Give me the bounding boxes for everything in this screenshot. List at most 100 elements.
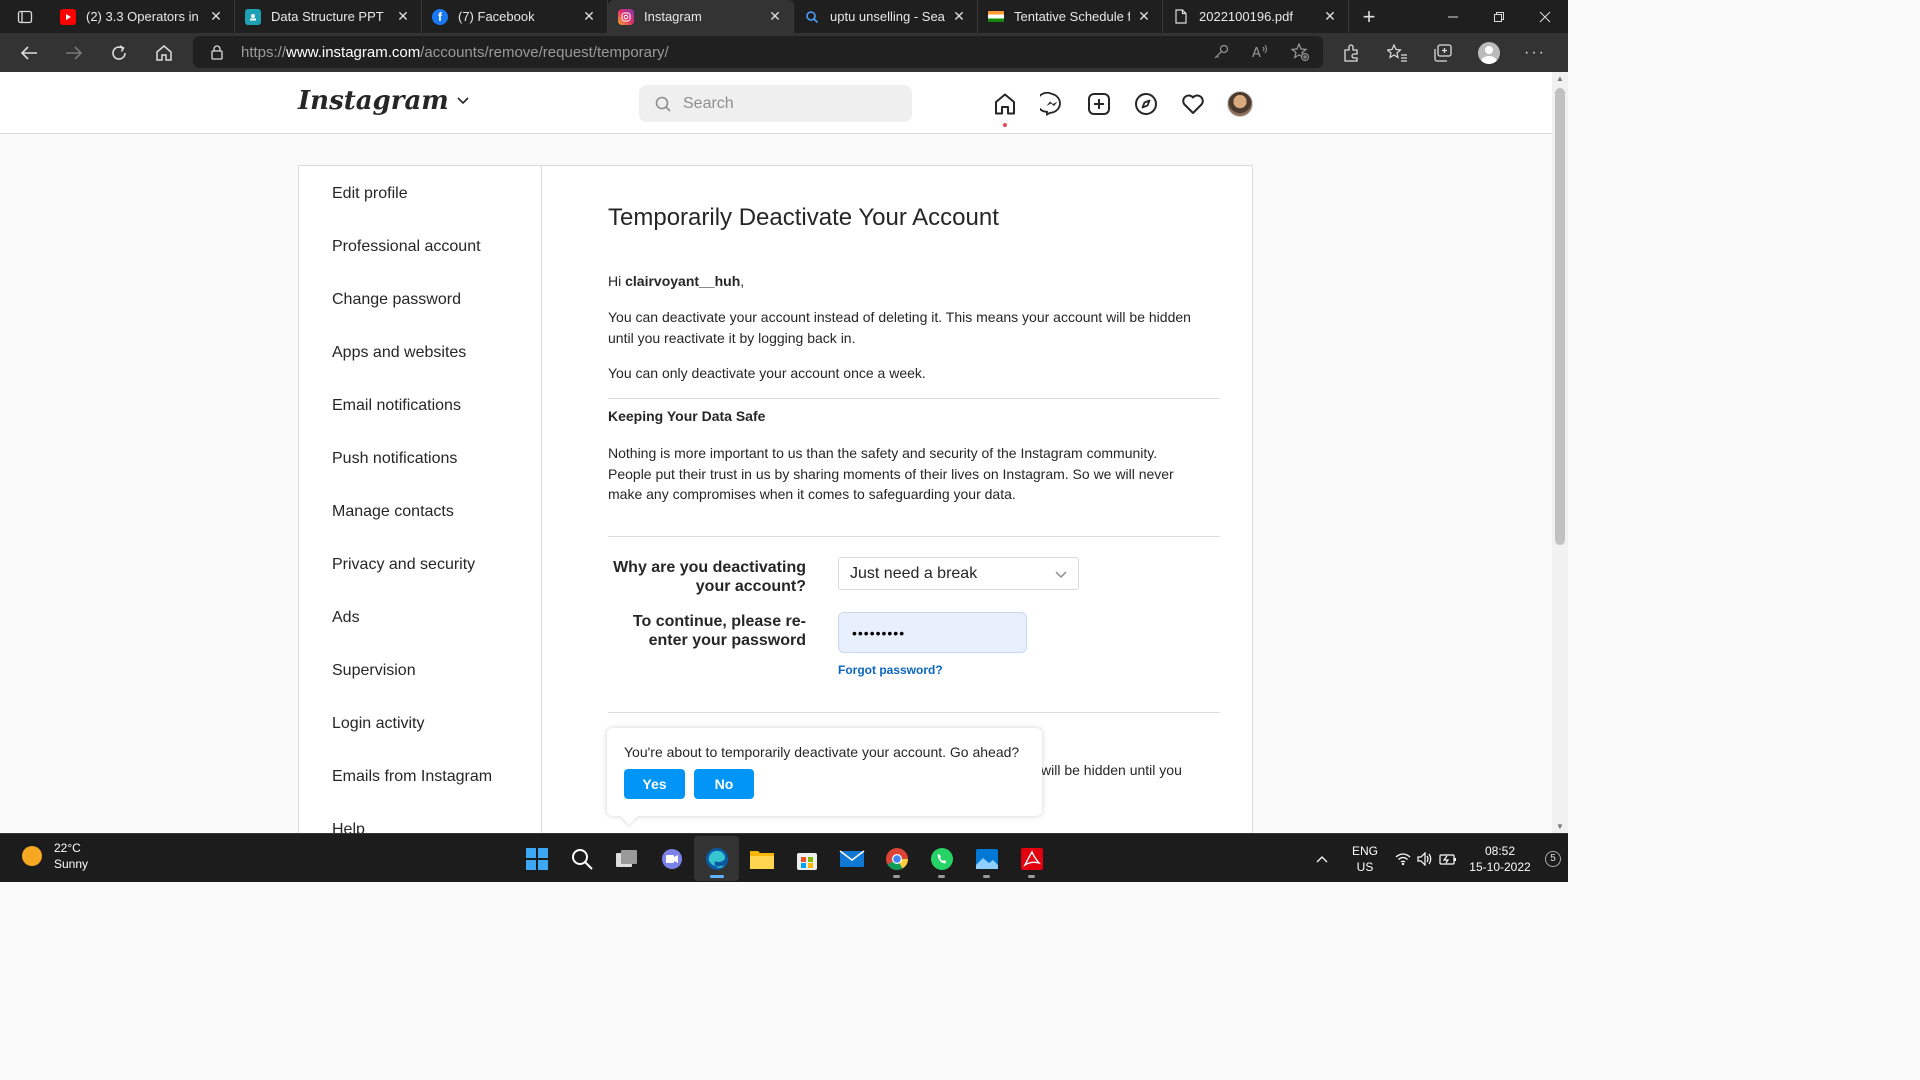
notification-count-badge: 5: [1545, 850, 1561, 867]
home-button[interactable]: [141, 33, 186, 72]
sidebar-item-email-notifications[interactable]: Email notifications: [332, 397, 461, 415]
chevron-up-icon: [1316, 855, 1328, 862]
tab-title: Tentative Schedule for: [1014, 9, 1130, 24]
password-key-icon[interactable]: [1213, 44, 1229, 60]
new-tab-button[interactable]: +: [1349, 4, 1389, 30]
minimize-button[interactable]: [1430, 0, 1476, 33]
close-window-button[interactable]: [1522, 0, 1568, 33]
search-icon: [804, 9, 820, 25]
language-indicator[interactable]: ENG US: [1340, 843, 1390, 875]
forward-button[interactable]: [51, 33, 96, 72]
password-label: To continue, please re-enter your passwo…: [632, 613, 806, 649]
divider: [608, 712, 1220, 713]
file-explorer-button[interactable]: [739, 836, 784, 881]
tab-instagram[interactable]: Instagram ✕: [608, 0, 794, 33]
sidebar-item-edit-profile[interactable]: Edit profile: [332, 185, 408, 203]
deactivate-explanation: You can deactivate your account instead …: [608, 309, 1191, 346]
weather-widget[interactable]: 22°C Sunny: [22, 840, 88, 872]
scroll-down-arrow-icon[interactable]: ▼: [1556, 822, 1564, 831]
system-status-button[interactable]: [1390, 851, 1462, 866]
sidebar-item-ads[interactable]: Ads: [332, 609, 360, 627]
close-tab-icon[interactable]: ✕: [1136, 8, 1152, 25]
reason-label: Why are you deactivating your account?: [613, 559, 806, 595]
mail-button[interactable]: [829, 836, 874, 881]
instagram-logo[interactable]: Instagram: [298, 86, 469, 116]
messenger-button[interactable]: [1037, 89, 1067, 119]
add-favorite-icon[interactable]: [1291, 43, 1309, 61]
refresh-icon: [111, 44, 126, 60]
edge-taskbar-button[interactable]: [694, 836, 739, 881]
tab-pdf[interactable]: 2022100196.pdf ✕: [1163, 0, 1349, 33]
collections-button[interactable]: [1420, 33, 1466, 72]
url-bar[interactable]: https://www.instagram.com/accounts/remov…: [193, 36, 1323, 68]
close-tab-icon[interactable]: ✕: [395, 8, 411, 25]
home-nav-button[interactable]: [990, 89, 1020, 127]
sidebar-item-professional-account[interactable]: Professional account: [332, 238, 481, 256]
scrollbar-thumb[interactable]: [1555, 88, 1565, 545]
explore-button[interactable]: [1131, 89, 1161, 119]
profile-menu-button[interactable]: [1225, 89, 1255, 119]
profile-button[interactable]: [1466, 33, 1512, 72]
store-icon: [796, 852, 817, 870]
partially-hidden-text: will be hidden until you: [1041, 762, 1182, 778]
search-input[interactable]: Search: [639, 85, 912, 122]
start-button[interactable]: [514, 836, 559, 881]
confirm-dialog: You're about to temporarily deactivate y…: [607, 728, 1042, 825]
tab-title: uptu unselling - Searc: [830, 9, 945, 24]
scroll-up-arrow-icon[interactable]: ▲: [1556, 74, 1564, 83]
whatsapp-button[interactable]: [919, 836, 964, 881]
activity-button[interactable]: [1178, 89, 1208, 119]
taskbar-search-button[interactable]: [559, 836, 604, 881]
store-button[interactable]: [784, 836, 829, 881]
notification-center-button[interactable]: 5: [1538, 850, 1568, 867]
tab-classroom[interactable]: Data Structure PPT ✕: [235, 0, 422, 33]
refresh-button[interactable]: [96, 33, 141, 72]
tab-schedule[interactable]: Tentative Schedule for ✕: [978, 0, 1163, 33]
reason-select[interactable]: Just need a break: [838, 557, 1079, 590]
sidebar-item-login-activity[interactable]: Login activity: [332, 715, 425, 733]
divider: [608, 536, 1220, 537]
avatar: [1227, 91, 1253, 117]
extensions-button[interactable]: [1328, 33, 1374, 72]
tab-title: (2) 3.3 Operators in C: [86, 9, 202, 24]
tab-actions-button[interactable]: [0, 0, 50, 33]
close-tab-icon[interactable]: ✕: [208, 8, 224, 25]
page-scrollbar[interactable]: ▲ ▼: [1552, 72, 1568, 833]
password-field[interactable]: •••••••••: [838, 612, 1027, 653]
confirm-yes-button[interactable]: Yes: [624, 769, 685, 799]
india-flag-icon: [988, 11, 1004, 22]
acrobat-button[interactable]: [1009, 836, 1054, 881]
task-view-button[interactable]: [604, 836, 649, 881]
weather-condition: Sunny: [54, 857, 89, 871]
tab-youtube[interactable]: (2) 3.3 Operators in C ✕: [50, 0, 235, 33]
close-tab-icon[interactable]: ✕: [767, 8, 783, 25]
close-tab-icon[interactable]: ✕: [951, 8, 967, 25]
sidebar-item-supervision[interactable]: Supervision: [332, 662, 416, 680]
teams-chat-button[interactable]: [649, 836, 694, 881]
wifi-icon: [1395, 852, 1411, 865]
close-tab-icon[interactable]: ✕: [1322, 8, 1338, 25]
forgot-password-link[interactable]: Forgot password?: [838, 663, 943, 677]
read-aloud-icon[interactable]: A: [1251, 44, 1269, 60]
sidebar-item-privacy-security[interactable]: Privacy and security: [332, 556, 475, 574]
sun-icon: [22, 846, 42, 866]
favorites-button[interactable]: [1374, 33, 1420, 72]
settings-more-button[interactable]: ···: [1512, 33, 1558, 72]
restore-button[interactable]: [1476, 0, 1522, 33]
sidebar-item-manage-contacts[interactable]: Manage contacts: [332, 503, 454, 521]
show-hidden-icons-button[interactable]: [1304, 852, 1340, 866]
chrome-button[interactable]: [874, 836, 919, 881]
new-post-button[interactable]: [1084, 89, 1114, 119]
tab-bing-search[interactable]: uptu unselling - Searc ✕: [794, 0, 978, 33]
tab-facebook[interactable]: f (7) Facebook ✕: [422, 0, 608, 33]
back-button[interactable]: [6, 33, 51, 72]
sidebar-item-emails-from-instagram[interactable]: Emails from Instagram: [332, 768, 492, 786]
confirm-message: You're about to temporarily deactivate y…: [624, 744, 1020, 760]
sidebar-item-change-password[interactable]: Change password: [332, 291, 461, 309]
confirm-no-button[interactable]: No: [694, 769, 754, 799]
clock[interactable]: 08:52 15-10-2022: [1462, 843, 1538, 875]
photos-button[interactable]: [964, 836, 1009, 881]
sidebar-item-apps-websites[interactable]: Apps and websites: [332, 344, 466, 362]
close-tab-icon[interactable]: ✕: [581, 8, 597, 25]
sidebar-item-push-notifications[interactable]: Push notifications: [332, 450, 457, 468]
